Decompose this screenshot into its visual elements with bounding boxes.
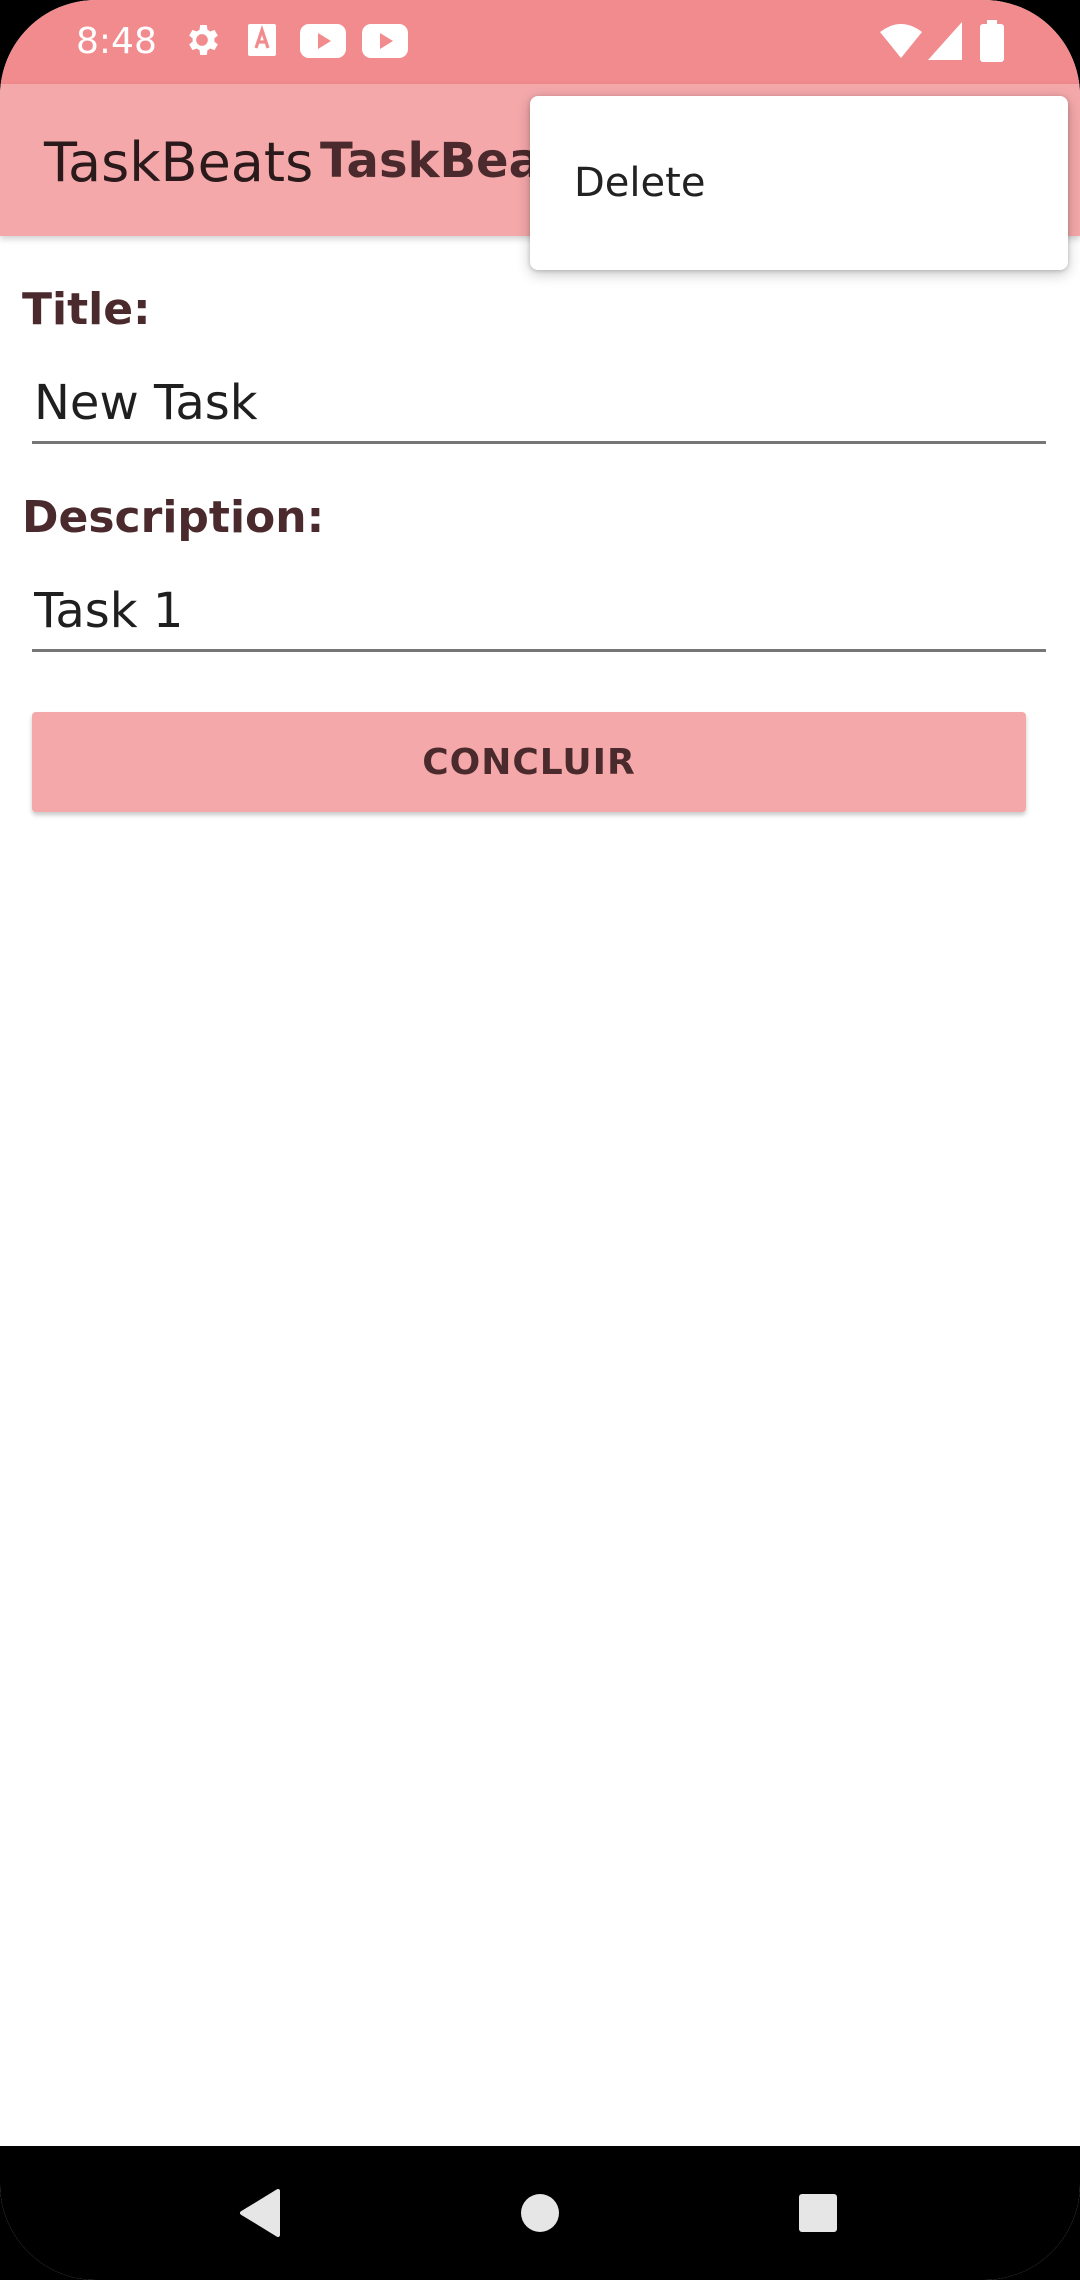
description-label: Description: — [22, 492, 325, 543]
youtube-icon — [300, 24, 346, 62]
description-input[interactable] — [32, 572, 1046, 652]
overflow-menu: Delete — [530, 96, 1068, 270]
font-app-icon — [246, 20, 278, 64]
settings-icon — [182, 20, 222, 64]
title-label: Title: — [22, 284, 151, 335]
app-screen: 8:48 TaskBeats TaskBeats Delete Title: N… — [0, 0, 1080, 2280]
battery-icon — [980, 20, 1004, 66]
navigation-bar — [0, 2146, 1080, 2280]
status-bar: 8:48 — [0, 0, 1080, 84]
menu-item-delete[interactable]: Delete — [530, 96, 1068, 270]
back-icon[interactable] — [180, 2146, 340, 2280]
title-input[interactable] — [32, 364, 1046, 444]
wifi-icon — [880, 22, 922, 64]
app-title: TaskBeats — [44, 131, 314, 194]
conclude-button[interactable]: CONCLUIR — [32, 712, 1026, 812]
recents-icon[interactable] — [738, 2146, 898, 2280]
cellular-signal-icon — [928, 22, 962, 64]
status-time: 8:48 — [76, 21, 157, 62]
menu-item-label: Delete — [574, 160, 706, 206]
home-icon[interactable] — [460, 2146, 620, 2280]
youtube-icon — [362, 24, 408, 62]
